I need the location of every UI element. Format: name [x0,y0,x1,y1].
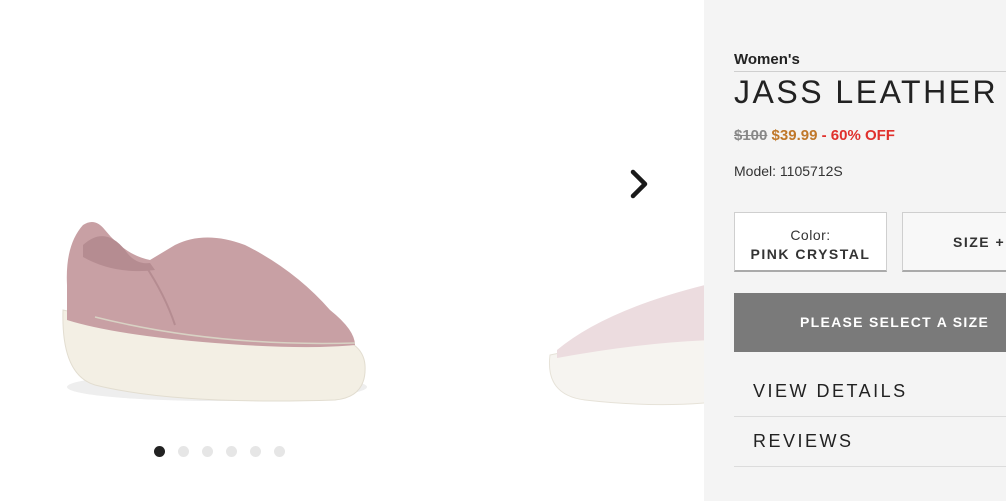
product-info-panel: Women's JASS LEATHER $100 $39.99 - 60% O… [704,0,1006,501]
carousel-dot[interactable] [250,446,261,457]
model-number: Model: 1105712S [734,163,843,179]
product-gender: Women's [734,51,800,68]
carousel-dot[interactable] [274,446,285,457]
chevron-right-icon [630,169,648,199]
product-title: JASS LEATHER [734,74,999,110]
original-price: $100 [734,127,768,144]
next-product-image-preview [548,285,704,406]
product-image [62,221,367,402]
add-to-bag-button[interactable]: PLEASE SELECT A SIZE [734,293,1006,352]
reviews-accordion[interactable]: REVIEWS [734,417,1006,467]
divider [734,71,1006,72]
add-to-bag-label: PLEASE SELECT A SIZE [800,314,990,330]
accordion-label: REVIEWS [753,431,854,451]
size-selector-label: SIZE + [953,234,1006,250]
carousel-dot[interactable] [202,446,213,457]
color-selector-value: PINK CRYSTAL [750,246,871,262]
discount-badge: - 60% OFF [821,127,895,144]
product-image-gallery [0,0,704,501]
carousel-dot[interactable] [226,446,237,457]
view-details-accordion[interactable]: VIEW DETAILS [734,367,1006,417]
sale-price: $39.99 [771,127,818,144]
next-image-button[interactable] [625,168,653,200]
color-selector[interactable]: Color: PINK CRYSTAL [734,212,887,272]
accordion-label: VIEW DETAILS [753,381,908,401]
color-selector-label: Color: [790,227,831,243]
carousel-pagination [154,446,298,457]
size-selector[interactable]: SIZE + [902,212,1006,272]
carousel-dot[interactable] [178,446,189,457]
carousel-dot[interactable] [154,446,165,457]
product-price: $100 $39.99 - 60% OFF [734,127,895,144]
